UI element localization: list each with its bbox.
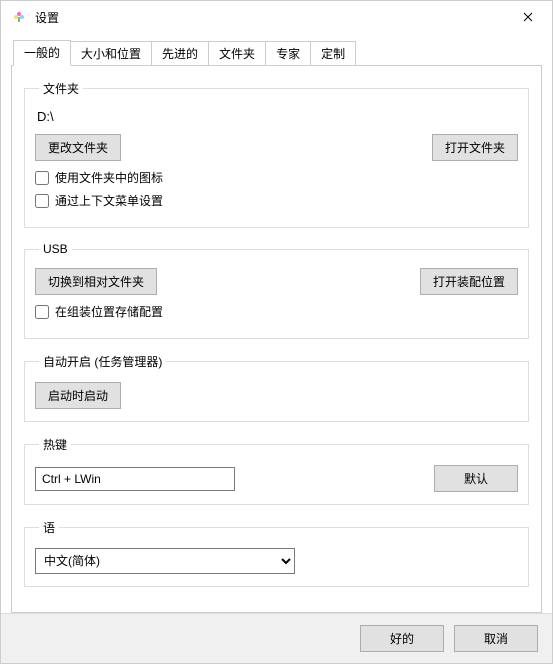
- settings-window: 设置 一般的 大小和位置 先进的 文件夹 专家 定制 文件夹 D:\ 更改文件夹…: [0, 0, 553, 664]
- hotkey-input[interactable]: [35, 467, 235, 491]
- change-folder-button[interactable]: 更改文件夹: [35, 134, 121, 161]
- via-context-checkbox[interactable]: 通过上下文菜单设置: [35, 192, 518, 209]
- use-icons-checkbox[interactable]: 使用文件夹中的图标: [35, 169, 518, 186]
- group-usb: USB 切换到相对文件夹 打开装配位置 在组装位置存储配置: [24, 242, 529, 339]
- group-folder: 文件夹 D:\ 更改文件夹 打开文件夹 使用文件夹中的图标 通过上下文菜单设置: [24, 80, 529, 228]
- tab-size-position[interactable]: 大小和位置: [70, 41, 152, 66]
- tab-advanced[interactable]: 先进的: [151, 41, 209, 66]
- open-assembly-location-button[interactable]: 打开装配位置: [420, 268, 518, 295]
- group-language: 语 中文(简体): [24, 519, 529, 587]
- startup-button[interactable]: 启动时启动: [35, 382, 121, 409]
- group-language-legend: 语: [39, 519, 59, 536]
- group-hotkey-legend: 热键: [39, 436, 71, 453]
- app-icon: [11, 9, 27, 25]
- group-autostart: 自动开启 (任务管理器) 启动时启动: [24, 353, 529, 422]
- cancel-button[interactable]: 取消: [454, 625, 538, 652]
- use-icons-label: 使用文件夹中的图标: [55, 169, 163, 186]
- via-context-input[interactable]: [35, 194, 49, 208]
- folder-path: D:\: [37, 109, 518, 124]
- window-title: 设置: [35, 9, 508, 26]
- tab-custom[interactable]: 定制: [310, 41, 356, 66]
- dialog-footer: 好的 取消: [1, 613, 552, 663]
- tab-general[interactable]: 一般的: [13, 40, 71, 66]
- group-autostart-legend: 自动开启 (任务管理器): [39, 353, 166, 370]
- close-icon: [523, 9, 533, 25]
- open-folder-button[interactable]: 打开文件夹: [432, 134, 518, 161]
- tab-expert[interactable]: 专家: [265, 41, 311, 66]
- ok-button[interactable]: 好的: [360, 625, 444, 652]
- group-folder-legend: 文件夹: [39, 80, 83, 97]
- group-usb-legend: USB: [39, 242, 72, 256]
- tab-folders[interactable]: 文件夹: [208, 41, 266, 66]
- language-select[interactable]: 中文(简体): [35, 548, 295, 574]
- store-config-checkbox[interactable]: 在组装位置存储配置: [35, 303, 518, 320]
- titlebar: 设置: [1, 1, 552, 33]
- hotkey-default-button[interactable]: 默认: [434, 465, 518, 492]
- tabpanel-general: 文件夹 D:\ 更改文件夹 打开文件夹 使用文件夹中的图标 通过上下文菜单设置 …: [11, 65, 542, 613]
- via-context-label: 通过上下文菜单设置: [55, 192, 163, 209]
- store-config-input[interactable]: [35, 305, 49, 319]
- use-icons-input[interactable]: [35, 171, 49, 185]
- store-config-label: 在组装位置存储配置: [55, 303, 163, 320]
- switch-relative-folder-button[interactable]: 切换到相对文件夹: [35, 268, 157, 295]
- tabstrip: 一般的 大小和位置 先进的 文件夹 专家 定制: [11, 41, 542, 65]
- client-area: 一般的 大小和位置 先进的 文件夹 专家 定制 文件夹 D:\ 更改文件夹 打开…: [1, 33, 552, 613]
- group-hotkey: 热键 默认: [24, 436, 529, 505]
- close-button[interactable]: [508, 3, 548, 31]
